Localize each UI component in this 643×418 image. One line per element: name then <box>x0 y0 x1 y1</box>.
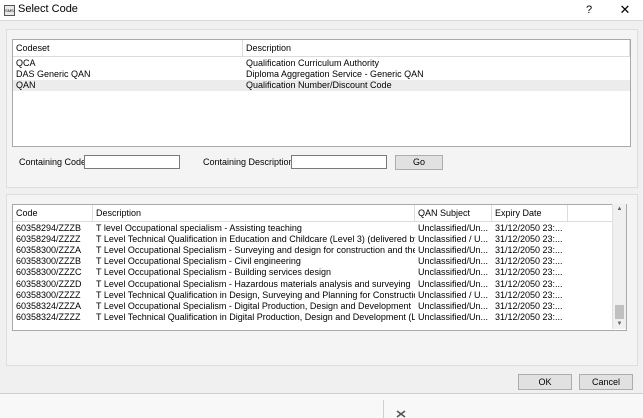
code-cell: 60358300/ZZZC <box>16 267 82 278</box>
column-header-description[interactable]: Description <box>243 40 630 57</box>
select-code-dialog: SMS Select Code ? ✕ Codeset Description … <box>0 0 643 418</box>
help-button[interactable]: ? <box>582 2 596 18</box>
code-row[interactable]: 60358300/ZZZC T Level Occupational Specia… <box>13 267 613 278</box>
qan-subject-cell: Unclassified/Un... <box>418 256 489 267</box>
expiry-date-cell: 31/12/2050 23:... <box>495 300 563 311</box>
description-cell: T level Occupational specialism - Assist… <box>96 223 302 233</box>
column-header-code[interactable]: Code <box>13 205 93 222</box>
ok-button[interactable]: OK <box>518 374 572 390</box>
expiry-date-cell: 31/12/2050 23:... <box>495 223 563 233</box>
expiry-date-cell: 31/12/2050 23:... <box>495 245 563 256</box>
code-row[interactable]: 60358324/ZZZZ T Level Technical Qualifica… <box>13 312 613 323</box>
qan-subject-cell: Unclassified / U... <box>418 289 489 300</box>
qan-subject-cell: Unclassified/Un... <box>418 267 489 278</box>
description-cell: T Level Technical Qualification in Digit… <box>96 311 415 322</box>
expiry-date-cell: 31/12/2050 23:... <box>495 267 563 278</box>
qan-subject-cell: Unclassified/Un... <box>418 300 489 311</box>
expiry-date-cell: 31/12/2050 23:... <box>495 311 563 322</box>
code-cell: 60358300/ZZZA <box>16 245 82 256</box>
qan-subject-cell: Unclassified/Un... <box>418 311 489 322</box>
description-cell: Qualification Curriculum Authority <box>246 58 380 68</box>
title-separator <box>0 20 643 21</box>
codeset-cell: DAS Generic QAN <box>16 69 91 79</box>
expiry-date-cell: 31/12/2050 23:... <box>495 256 563 267</box>
code-row[interactable]: 60358300/ZZZA T Level Occupational Specia… <box>13 245 613 256</box>
qan-subject-cell: Unclassified/Un... <box>418 278 489 289</box>
containing-code-input[interactable] <box>84 155 180 169</box>
expiry-date-cell: 31/12/2050 23:... <box>495 278 563 289</box>
description-cell: Qualification Number/Discount Code <box>246 80 392 90</box>
column-header-expiry-date[interactable]: Expiry Date <box>492 205 568 222</box>
description-cell: Diploma Aggregation Service - Generic QA… <box>246 69 424 79</box>
codeset-cell: QAN <box>16 80 36 90</box>
description-cell: T Level Occupational Specialism - Survey… <box>96 245 415 256</box>
code-grid[interactable]: Code Description QAN Subject Expiry Date… <box>12 204 627 331</box>
codeset-row[interactable]: DAS Generic QAN Diploma Aggregation Servi… <box>13 69 630 80</box>
description-cell: T Level Occupational Specialism - Digita… <box>96 300 411 311</box>
containing-description-label: Containing Description <box>203 157 294 167</box>
background-window-area <box>0 394 643 418</box>
containing-code-label: Containing Code <box>19 157 87 167</box>
qan-subject-cell: Unclassified/Un... <box>418 245 489 256</box>
scroll-up-icon[interactable]: ▲ <box>615 204 624 214</box>
containing-description-input[interactable] <box>291 155 387 169</box>
code-cell: 60358324/ZZZZ <box>16 311 81 322</box>
close-icon[interactable]: ✕ <box>616 2 634 18</box>
codeset-cell: QCA <box>16 58 36 68</box>
dialog-title: Select Code <box>18 3 78 15</box>
code-row[interactable]: 60358294/ZZZZ T Level Technical Qualifica… <box>13 234 613 245</box>
code-cell: 60358300/ZZZB <box>16 256 82 267</box>
description-cell: T Level Technical Qualification in Educa… <box>96 234 415 245</box>
description-cell: T Level Occupational Specialism - Buildi… <box>96 267 331 278</box>
codeset-grid[interactable]: Codeset Description QCA Qualification Cur… <box>12 39 631 147</box>
column-header-description[interactable]: Description <box>93 205 415 222</box>
codeset-row[interactable]: QCA Qualification Curriculum Authority <box>13 58 630 69</box>
code-row[interactable]: 60358300/ZZZB T Level Occupational Specia… <box>13 256 613 267</box>
codeset-row[interactable]: QAN Qualification Number/Discount Code <box>13 80 630 91</box>
code-row[interactable]: 60358300/ZZZD T Level Occupational Specia… <box>13 279 613 290</box>
qan-subject-cell: Unclassified/Un... <box>418 223 489 233</box>
background-divider <box>383 400 384 418</box>
code-cell: 60358294/ZZZZ <box>16 234 81 245</box>
title-bar: SMS Select Code ? ✕ <box>0 0 643 20</box>
description-cell: T Level Occupational Specialism - Civil … <box>96 256 301 267</box>
app-icon: SMS <box>4 5 15 16</box>
column-header-qan-subject[interactable]: QAN Subject <box>415 205 492 222</box>
go-button[interactable]: Go <box>395 155 443 170</box>
description-cell: T Level Technical Qualification in Desig… <box>96 289 415 300</box>
code-row[interactable]: 60358300/ZZZZ T Level Technical Qualifica… <box>13 290 613 301</box>
delete-icon <box>396 410 406 418</box>
code-grid-scrollbar[interactable]: ▲ ▼ <box>612 204 626 329</box>
code-cell: 60358300/ZZZD <box>16 278 82 289</box>
column-header-codeset[interactable]: Codeset <box>13 40 243 57</box>
description-cell: T Level Occupational Specialism - Hazard… <box>96 278 411 289</box>
code-cell: 60358324/ZZZA <box>16 300 82 311</box>
expiry-date-cell: 31/12/2050 23:... <box>495 234 563 245</box>
code-cell: 60358300/ZZZZ <box>16 289 81 300</box>
qan-subject-cell: Unclassified / U... <box>418 234 489 245</box>
code-cell: 60358294/ZZZB <box>16 223 82 233</box>
code-row[interactable]: 60358324/ZZZA T Level Occupational Specia… <box>13 301 613 312</box>
scrollbar-thumb[interactable] <box>615 305 624 319</box>
cancel-button[interactable]: Cancel <box>579 374 633 390</box>
code-row[interactable]: 60358294/ZZZB T level Occupational specia… <box>13 223 613 234</box>
expiry-date-cell: 31/12/2050 23:... <box>495 289 563 300</box>
scroll-down-icon[interactable]: ▼ <box>615 319 624 329</box>
